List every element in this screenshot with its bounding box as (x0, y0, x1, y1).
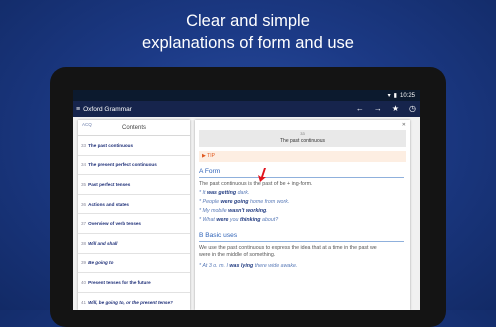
toc-item-label: Past perfect tenses (88, 181, 131, 187)
menu-icon[interactable]: ≡ (76, 106, 80, 113)
toc-item-will-and-shall[interactable]: 38 Will and shall (78, 234, 190, 254)
section-b-heading: B Basic uses (199, 231, 404, 242)
article-number: 33 (300, 131, 305, 136)
form-text: The past continuous is the past of be + … (199, 181, 313, 187)
headline: Clear and simple explanations of form an… (0, 10, 496, 54)
toc-item-number: 36 (81, 201, 87, 207)
toc-item-label: Actions and states (88, 201, 129, 207)
contents-panel: ACQ Contents 33 The past continuous 34 T… (78, 120, 190, 310)
toc-item-label: Will and shall (88, 240, 118, 246)
app-bar-actions: ← → ★ ◷ (356, 101, 416, 117)
contents-title: Contents (121, 125, 146, 131)
toc-item-past-continuous[interactable]: 33 The past continuous (78, 136, 190, 156)
toc-item-number: 35 (81, 181, 87, 187)
history-icon[interactable]: ◷ (409, 101, 416, 117)
toc-item-label: Will, be going to, or the present tense? (88, 299, 173, 305)
example-line: * At 3 o. m. I was lying there wide awak… (199, 263, 298, 269)
toc-item-label: Overview of verb tenses (88, 221, 141, 227)
article-panel: ✕ 33 The past continuous ▶ TIP A Form Th… (195, 120, 410, 310)
signal-icon: ▾ (387, 93, 391, 99)
toc-item-present-perfect-continuous[interactable]: 34 The present perfect continuous (78, 156, 190, 176)
arrow-back-icon[interactable]: ← (356, 101, 364, 117)
star-icon[interactable]: ★ (392, 101, 399, 117)
close-icon[interactable]: ✕ (402, 122, 406, 128)
status-bar: ▾ ▮ 10:25 (73, 90, 420, 101)
toc-item-number: 39 (81, 260, 87, 266)
article-header: 33 The past continuous (199, 130, 406, 147)
toc-item-actions-and-states[interactable]: 36 Actions and states (78, 195, 190, 215)
section-a-heading: A Form (199, 167, 404, 178)
toc-item-number: 37 (81, 221, 87, 227)
toc-item-number: 38 (81, 240, 87, 246)
toc-item-number: 41 (81, 299, 87, 305)
use-text-line-1: We use the past continuous to express th… (199, 245, 377, 251)
content-area: ACQ Contents 33 The past continuous 34 T… (73, 117, 420, 310)
example-line: * It was getting dark. (199, 190, 250, 196)
article-title: The past continuous (279, 138, 326, 144)
toc-item-past-perfect-tenses[interactable]: 35 Past perfect tenses (78, 175, 190, 195)
toc-item-number: 40 (81, 279, 87, 285)
battery-icon: ▮ (393, 93, 397, 99)
status-time: 10:25 (399, 92, 415, 99)
toc-item-overview-of-verb-tenses[interactable]: 37 Overview of verb tenses (78, 214, 190, 234)
example-line: * People were going home from work. (199, 199, 290, 205)
toc-item-label: The present perfect continuous (88, 162, 157, 168)
headline-line-1: Clear and simple (186, 12, 310, 30)
toc-item-be-going-to[interactable]: 39 Be going to (78, 254, 190, 274)
toc-item-label: The past continuous (88, 142, 134, 148)
tip-banner[interactable]: ▶ TIP (199, 151, 406, 162)
toc-item-will-be-going-to-or-present[interactable]: 41 Will, be going to, or the present ten… (78, 293, 190, 310)
example-line: * My mobile wasn't working. (199, 208, 268, 214)
toc-item-label: Present tenses for the future (88, 279, 151, 285)
toc-item-number: 34 (81, 162, 87, 168)
app-screen: ▾ ▮ 10:25 ≡ Oxford Grammar ← → ★ ◷ ACQ C… (73, 90, 420, 310)
toc-item-present-tenses-for-the-future[interactable]: 40 Present tenses for the future (78, 273, 190, 293)
arrow-forward-icon[interactable]: → (374, 101, 382, 117)
app-title: Oxford Grammar (83, 105, 132, 113)
example-line: * What were you thinking about? (199, 217, 279, 223)
contents-header: ACQ Contents (78, 120, 190, 136)
toc-item-number: 33 (81, 142, 87, 148)
app-bar: ≡ Oxford Grammar ← → ★ ◷ (73, 101, 420, 117)
toc-item-label: Be going to (88, 260, 114, 266)
red-arrow-icon (258, 168, 266, 182)
headline-line-2: explanations of form and use (142, 34, 354, 52)
use-text-line-2: were in the middle of something. (199, 252, 276, 258)
